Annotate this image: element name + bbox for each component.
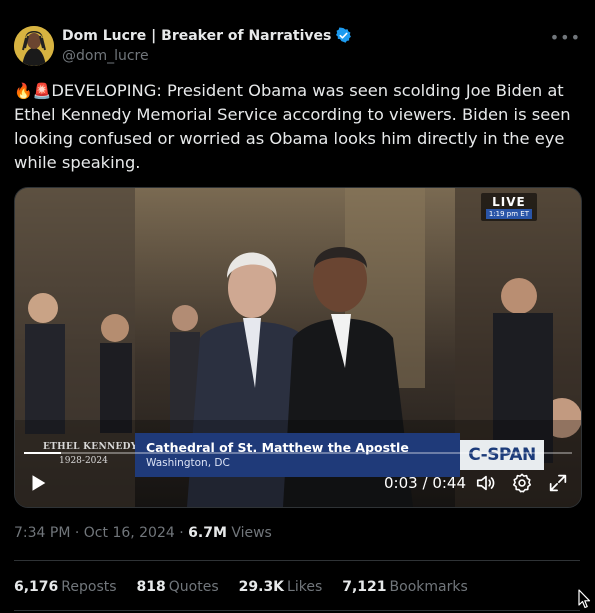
quotes-count: 818 xyxy=(136,579,166,595)
live-time: 1:19 pm ET xyxy=(485,209,532,219)
tweet-stats: 6,176 Reposts 818 Quotes 29.3K Likes 7,121 B… xyxy=(14,579,488,595)
views-count: 6.7M xyxy=(188,525,227,541)
likes-label: Likes xyxy=(287,579,323,595)
author-name[interactable]: Dom Lucre | Breaker of Narratives xyxy=(62,28,331,44)
time-separator: / xyxy=(422,474,428,492)
bookmarks-count: 7,121 xyxy=(342,579,387,595)
time-total: 0:44 xyxy=(432,474,466,492)
more-options-icon[interactable]: ••• xyxy=(550,28,581,47)
tweet-meta: 7:34 PM · Oct 16, 2024 · 6.7M Views xyxy=(14,525,272,541)
author-handle[interactable]: @dom_lucre xyxy=(62,48,149,64)
video-controls: 0:03 / 0:44 xyxy=(15,459,581,507)
quotes-label: Quotes xyxy=(168,579,219,595)
tweet-time[interactable]: 7:34 PM xyxy=(14,525,70,541)
chyron-name: ETHEL KENNEDY xyxy=(43,442,138,452)
fire-emoji: 🔥 xyxy=(14,82,33,100)
live-label: LIVE xyxy=(492,195,526,209)
video-progress-fill xyxy=(24,452,62,454)
reposts-stat[interactable]: 6,176 Reposts xyxy=(14,579,117,595)
likes-stat[interactable]: 29.3K Likes xyxy=(239,579,323,595)
volume-icon[interactable] xyxy=(475,472,497,494)
play-icon[interactable] xyxy=(27,472,49,494)
reposts-label: Reposts xyxy=(61,579,117,595)
tweet-header: Dom Lucre | Breaker of Narratives @dom_l… xyxy=(14,26,581,66)
divider-top xyxy=(14,560,580,561)
likes-count: 29.3K xyxy=(238,579,285,595)
views-label: Views xyxy=(231,525,272,541)
siren-emoji: 🚨 xyxy=(32,82,52,100)
tweet-text: 🔥🚨DEVELOPING: President Obama was seen s… xyxy=(14,79,584,175)
bookmarks-label: Bookmarks xyxy=(389,579,468,595)
settings-gear-icon[interactable] xyxy=(511,472,533,494)
avatar-image xyxy=(14,26,54,66)
tweet-date[interactable]: Oct 16, 2024 xyxy=(84,525,175,541)
tweet-body: DEVELOPING: President Obama was seen sco… xyxy=(14,81,571,172)
quotes-stat[interactable]: 818 Quotes xyxy=(137,579,219,595)
time-current: 0:03 xyxy=(384,474,418,492)
avatar[interactable] xyxy=(14,26,54,66)
fullscreen-icon[interactable] xyxy=(547,472,569,494)
live-indicator: LIVE 1:19 pm ET xyxy=(480,193,537,221)
video-timecode: 0:03 / 0:44 xyxy=(384,474,466,492)
reposts-count: 6,176 xyxy=(14,579,59,595)
bookmarks-stat[interactable]: 7,121 Bookmarks xyxy=(342,579,468,595)
verified-badge-icon[interactable] xyxy=(335,27,352,44)
video-player[interactable]: LIVE 1:19 pm ET ETHEL KENNEDY 1928-2024 … xyxy=(14,187,582,508)
meta-separator-2: · xyxy=(179,525,184,541)
meta-separator-1: · xyxy=(74,525,80,541)
author-name-row[interactable]: Dom Lucre | Breaker of Narratives xyxy=(62,27,352,44)
video-progress-bar[interactable] xyxy=(24,452,572,454)
mouse-cursor-icon xyxy=(578,589,592,609)
